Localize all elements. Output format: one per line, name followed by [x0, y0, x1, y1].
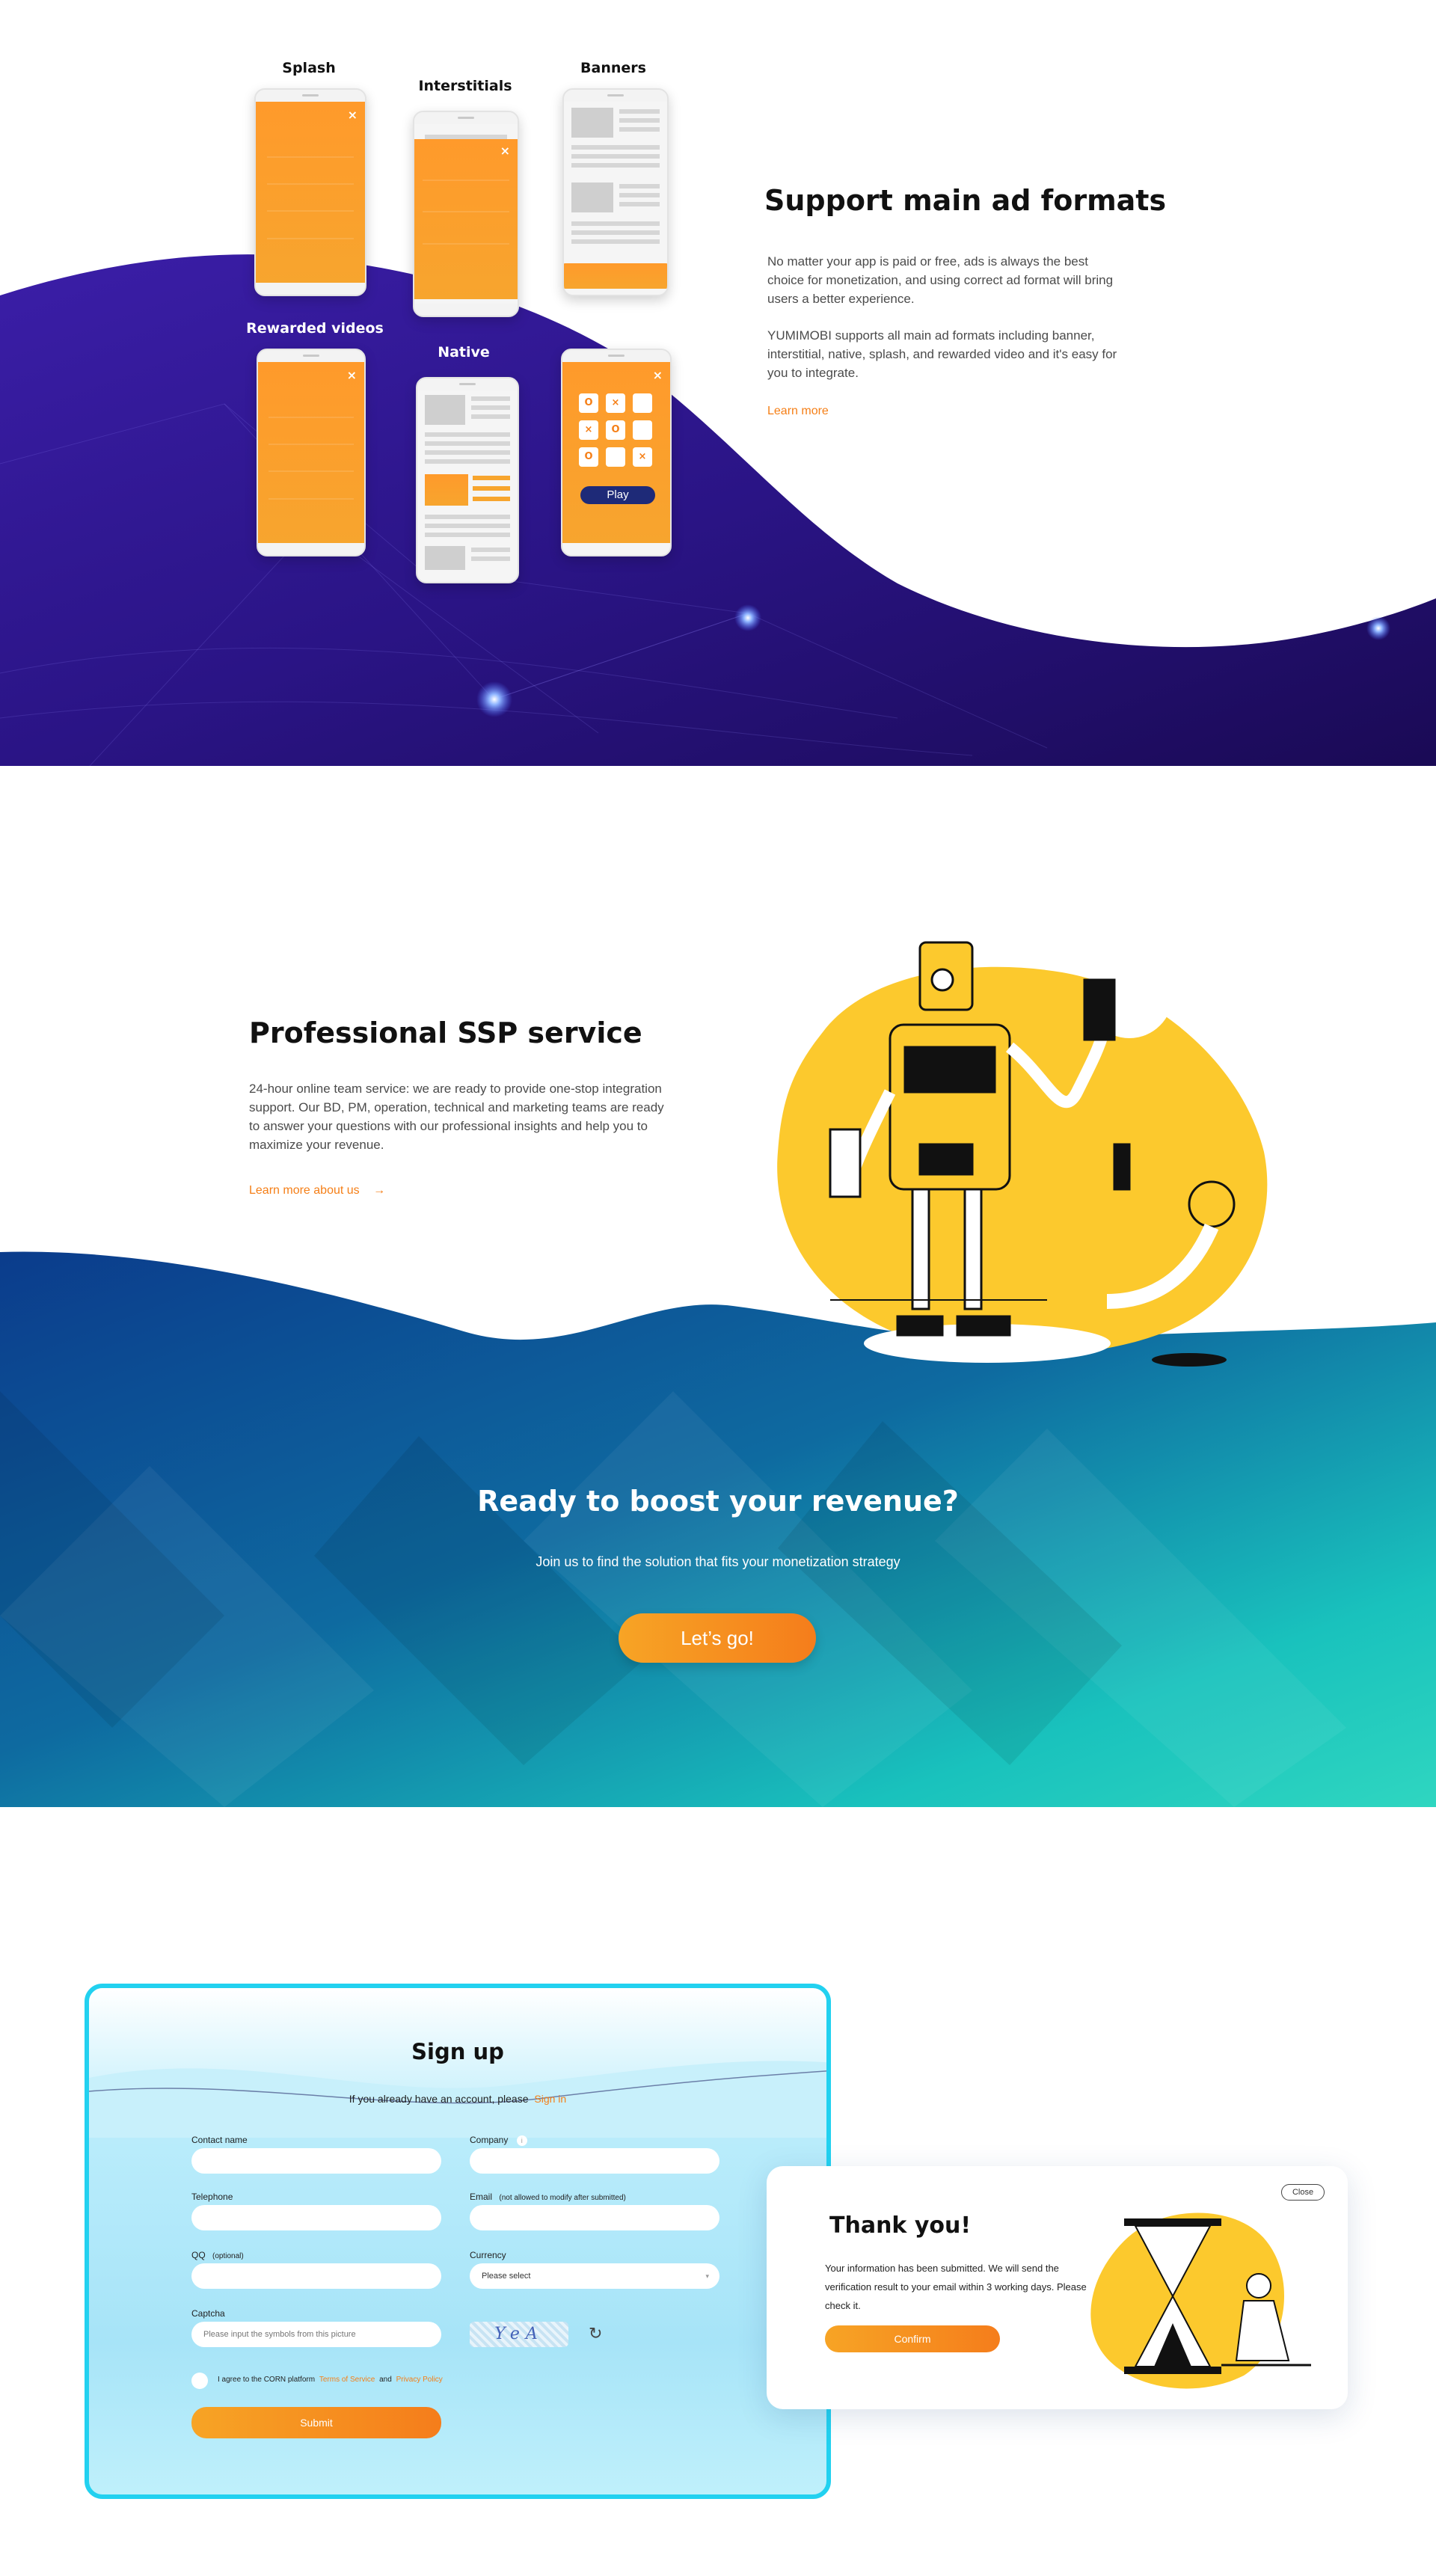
phone-native [416, 377, 519, 583]
format-label-rewarded: Rewarded videos [246, 320, 384, 337]
sign-in-link[interactable]: Sign in [534, 2093, 566, 2105]
purple-wave-background [0, 254, 1436, 766]
signup-card: Sign up If you already have an account, … [85, 1984, 831, 2499]
arrow-right-icon: → [373, 1184, 386, 1197]
thank-you-dialog: Close Thank you! Your information has be… [767, 2166, 1348, 2409]
game-cell[interactable]: × [633, 447, 652, 467]
confirm-button[interactable]: Confirm [825, 2325, 1000, 2352]
qq-label: QQ (optional) [191, 2250, 244, 2260]
ssp-learn-more-label: Learn more about us [249, 1184, 360, 1197]
game-cell[interactable] [606, 447, 625, 467]
cta-subtitle: Join us to find the solution that fits y… [536, 1554, 900, 1569]
terms-link[interactable]: Terms of Service [319, 2376, 375, 2384]
email-label-text: Email [470, 2192, 493, 2202]
ad-formats-paragraph-2: YUMIMOBI supports all main ad formats in… [767, 328, 1117, 380]
phone-playable: × O × × O O × Play [561, 349, 672, 556]
format-label-interstitials: Interstitials [418, 78, 512, 94]
agree-and: and [379, 2376, 392, 2384]
format-label-splash: Splash [282, 60, 336, 76]
close-icon[interactable]: × [500, 145, 510, 157]
ad-formats-paragraph-1: No matter your app is paid or free, ads … [767, 254, 1114, 306]
game-cell[interactable]: × [579, 420, 598, 440]
privacy-link[interactable]: Privacy Policy [396, 2376, 443, 2384]
info-icon[interactable]: i [516, 2135, 527, 2146]
close-icon[interactable]: × [653, 369, 663, 381]
email-label: Email (not allowed to modify after submi… [470, 2192, 626, 2202]
captcha-input[interactable] [191, 2322, 441, 2347]
company-label-text: Company [470, 2135, 509, 2145]
ssp-title: Professional SSP service [249, 1016, 642, 1049]
captcha-image: YeA [470, 2322, 568, 2347]
phone-rewarded: × [257, 349, 366, 556]
interstitial-ad [414, 139, 518, 299]
game-cell[interactable] [633, 393, 652, 413]
email-input[interactable] [470, 2205, 719, 2230]
hourglass-illustration [1090, 2212, 1311, 2389]
signup-have-account: If you already have an account, please S… [89, 2093, 826, 2105]
game-cell[interactable]: × [606, 393, 625, 413]
game-cell[interactable]: O [579, 393, 598, 413]
splash-ad [256, 102, 365, 283]
signup-title: Sign up [411, 2039, 504, 2064]
cta-title: Ready to boost your revenue? [477, 1485, 959, 1518]
agree-text: I agree to the CORN platform Terms of Se… [218, 2376, 443, 2384]
format-label-playable: Playable [580, 320, 649, 337]
thank-you-title: Thank you! [829, 2212, 972, 2239]
currency-placeholder: Please select [482, 2272, 531, 2281]
close-icon[interactable]: × [347, 369, 357, 381]
ad-formats-title: Support main ad formats [764, 184, 1167, 217]
chevron-down-icon: ▾ [705, 2272, 709, 2280]
phone-interstitials: × [413, 111, 519, 317]
lets-go-button[interactable]: Let’s go! [619, 1613, 816, 1663]
game-cell[interactable]: O [606, 420, 625, 440]
format-label-native: Native [438, 344, 490, 361]
agree-checkbox[interactable] [191, 2373, 208, 2389]
thank-you-message: Your information has been submitted. We … [825, 2263, 1087, 2311]
game-cell[interactable]: O [579, 447, 598, 467]
rewarded-video-ad [258, 362, 364, 543]
refresh-icon[interactable]: ↻ [589, 2325, 602, 2343]
email-note: (not allowed to modify after submitted) [499, 2194, 626, 2202]
phone-splash: × [254, 88, 366, 296]
telephone-input[interactable] [191, 2205, 441, 2230]
captcha-label: Captcha [191, 2308, 225, 2319]
contact-name-input[interactable] [191, 2148, 441, 2174]
have-account-text: If you already have an account, please [349, 2093, 529, 2105]
play-button[interactable]: Play [580, 486, 655, 504]
game-cell[interactable] [633, 420, 652, 440]
company-label: Company i [470, 2135, 527, 2146]
banner-ad [564, 263, 667, 289]
close-icon[interactable]: × [348, 109, 358, 121]
phone-banners [562, 88, 669, 296]
format-label-banners: Banners [580, 60, 646, 76]
native-ad-image [425, 474, 468, 506]
submit-button[interactable]: Submit [191, 2407, 441, 2438]
contact-name-label: Contact name [191, 2135, 248, 2145]
ssp-paragraph: 24-hour online team service: we are read… [249, 1082, 664, 1152]
robot-illustration [777, 941, 1268, 1367]
currency-label: Currency [470, 2250, 506, 2260]
ssp-learn-more-link[interactable]: Learn more about us → [249, 1184, 385, 1197]
telephone-label: Telephone [191, 2192, 233, 2202]
qq-input[interactable] [191, 2263, 441, 2289]
qq-label-text: QQ [191, 2250, 206, 2260]
agree-prefix: I agree to the CORN platform [218, 2376, 316, 2384]
qq-note: (optional) [212, 2252, 244, 2260]
ad-formats-learn-more-link[interactable]: Learn more [767, 405, 829, 418]
currency-select[interactable]: Please select ▾ [470, 2263, 719, 2289]
ad-formats-section: Splash × Interstitials × Banners Rewarde… [0, 0, 1436, 766]
company-input[interactable] [470, 2148, 719, 2174]
